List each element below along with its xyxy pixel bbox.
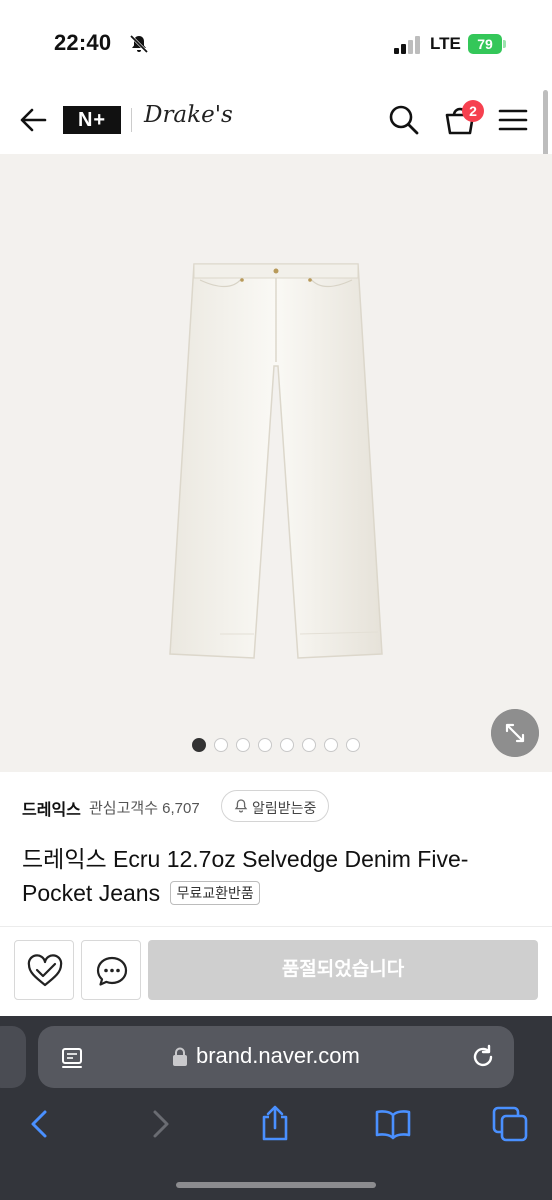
brand-logo[interactable]: Drake's [144,102,233,128]
previous-tab-preview[interactable] [0,1026,26,1088]
product-title-block: 드레익스 Ecru 12.7oz Selvedge Denim Five-Poc… [22,842,522,910]
lock-icon [173,1047,187,1066]
pagination-dot[interactable] [346,738,360,752]
share-icon[interactable] [258,1104,292,1142]
signal-icon [394,36,420,54]
pagination-dot[interactable] [192,738,206,752]
url-text[interactable]: brand.naver.com [196,1043,360,1069]
home-indicator [176,1182,376,1188]
back-arrow-icon[interactable] [18,106,48,134]
search-icon[interactable] [388,104,420,136]
tabs-icon[interactable] [492,1106,528,1142]
battery-level: 79 [468,34,502,54]
reload-icon[interactable] [470,1044,496,1070]
alert-label: 알림받는중 [252,800,317,816]
battery-tip [503,40,506,48]
product-info: 드레익스 관심고객수 6,707 알림받는중 드레익스 Ecru 12.7oz … [0,772,552,928]
talktalk-inquiry-button[interactable] [81,940,141,1000]
cart-count-badge: 2 [462,100,484,122]
browser-back-icon[interactable] [26,1108,54,1140]
status-bar: 22:40 LTE 79 [0,0,552,86]
pagination-dot[interactable] [324,738,338,752]
free-return-tag: 무료교환반품 [170,881,260,905]
pagination-dot[interactable] [280,738,294,752]
soldout-button[interactable]: 품절되었습니다 [148,940,538,1000]
pagination-dot[interactable] [214,738,228,752]
product-image-jeans [169,263,383,659]
purchase-action-bar: 품절되었습니다 [0,928,552,1016]
wishlist-button[interactable] [14,940,74,1000]
alert-subscribe-button[interactable]: 알림받는중 [221,790,329,822]
bell-icon [234,799,248,813]
browser-forward-icon[interactable] [146,1108,174,1140]
favorite-count: 관심고객수 6,707 [89,800,200,817]
pagination-dot[interactable] [302,738,316,752]
status-time: 22:40 [54,30,112,55]
chat-bubble-icon [96,956,128,986]
brand-name-link[interactable]: 드레익스 [22,796,81,820]
gallery-pagination [192,738,360,752]
pagination-dot[interactable] [258,738,272,752]
page-menu-icon[interactable] [60,1046,84,1070]
divider [0,926,552,927]
heart-check-icon [27,954,63,987]
expand-arrows-icon[interactable] [491,709,539,757]
address-bar[interactable]: brand.naver.com [38,1026,514,1088]
bell-muted-icon [129,34,149,54]
book-icon[interactable] [374,1108,412,1140]
top-navigation: N+ Drake's 2 [0,86,552,154]
battery-indicator: 79 [468,34,506,54]
naver-plus-logo[interactable]: N+ [63,106,121,134]
logo-divider [131,108,132,132]
pagination-dot[interactable] [236,738,250,752]
hamburger-menu-icon[interactable] [498,106,528,134]
product-image-gallery[interactable] [0,154,552,772]
browser-toolbar: brand.naver.com [0,1016,552,1200]
network-type: LTE [430,34,461,53]
